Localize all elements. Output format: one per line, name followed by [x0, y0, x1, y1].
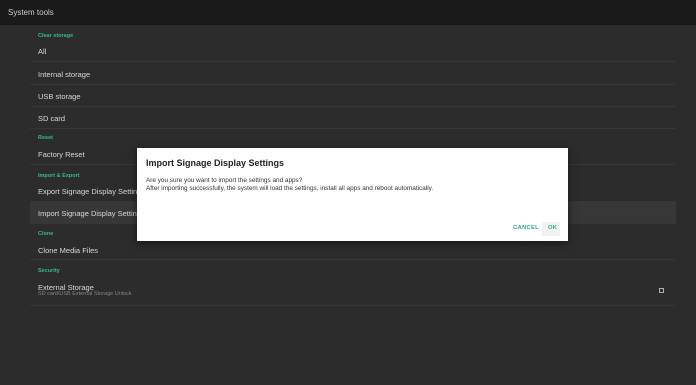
- dialog-message-line-1: Are you sure you want to import the sett…: [146, 177, 303, 184]
- dialog-title: Import Signage Display Settings: [146, 158, 285, 168]
- cancel-button[interactable]: CANCEL: [513, 225, 539, 231]
- dialog-message-line-2: After importing successfully, the system…: [146, 185, 434, 192]
- ok-button[interactable]: OK: [548, 225, 557, 231]
- import-settings-dialog: Import Signage Display Settings Are you …: [137, 148, 568, 241]
- dialog-message: Are you sure you want to import the sett…: [146, 177, 433, 193]
